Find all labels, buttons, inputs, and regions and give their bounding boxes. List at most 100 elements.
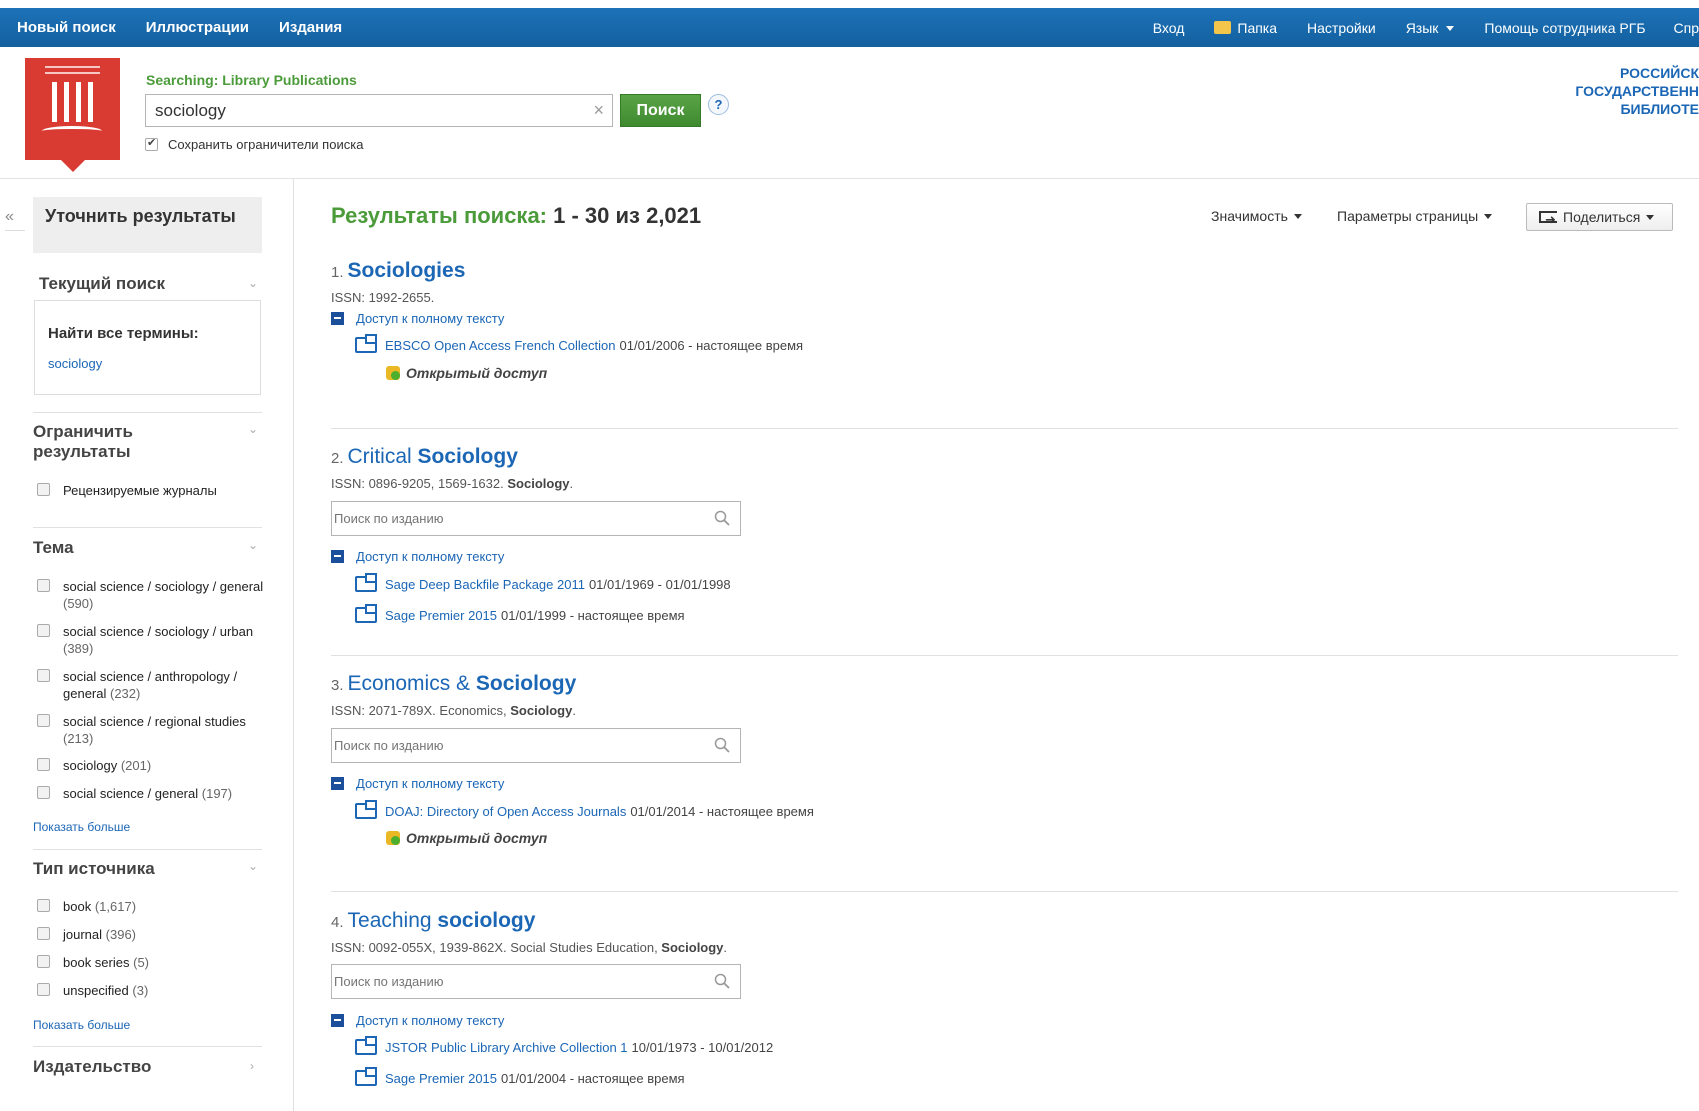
fulltext-link[interactable]: Sage Deep Backfile Package 2011 01/01/196… (355, 573, 731, 592)
publication-search-input[interactable] (334, 974, 694, 989)
external-link-icon (355, 1067, 377, 1086)
subject-filter-text: social science / anthropology / general … (63, 668, 268, 702)
checkbox[interactable] (37, 983, 50, 996)
result-title[interactable]: 4. Teaching sociology (331, 909, 535, 933)
library-name-line: РОССИЙСК (1619, 65, 1699, 81)
subjects-term: Sociology (510, 703, 573, 718)
fulltext-link[interactable]: EBSCO Open Access French Collection 01/01… (355, 334, 803, 353)
results-range: 1 - 30 из 2,021 (553, 203, 702, 228)
help-icon[interactable]: ? (708, 94, 729, 115)
subject-label: social science / general (63, 786, 199, 801)
fulltext-access-toggle[interactable]: Доступ к полному тексту (331, 776, 504, 791)
issn-text: ISSN: 0092-055X, 1939-862X. (331, 940, 507, 955)
checkbox[interactable] (37, 624, 50, 637)
sort-dropdown[interactable]: Значимость (1211, 208, 1302, 224)
fulltext-access-label: Доступ к полному тексту (356, 776, 505, 791)
chevron-down-icon[interactable]: ⌄ (248, 859, 258, 873)
publication-search-box[interactable] (331, 728, 741, 763)
collapse-icon (331, 777, 344, 790)
subject-label: social science / regional studies (63, 714, 246, 729)
fulltext-access-toggle[interactable]: Доступ к полному тексту (331, 549, 504, 564)
collapse-sidebar-icon[interactable]: « (5, 208, 14, 226)
result-title[interactable]: 2. Critical Sociology (331, 445, 518, 469)
result-title[interactable]: 1. Sociologies (331, 259, 465, 283)
collection-name: EBSCO Open Access French Collection (385, 337, 616, 353)
search-input[interactable] (155, 101, 575, 121)
checkbox[interactable] (37, 899, 50, 912)
checkbox[interactable] (37, 483, 50, 496)
subjects-text: Social Studies Education, (510, 940, 662, 955)
share-button[interactable]: Поделиться (1526, 203, 1673, 233)
sort-label: Значимость (1211, 208, 1288, 224)
nav-new-search[interactable]: Новый поиск (17, 19, 116, 36)
checkbox[interactable] (37, 927, 50, 940)
checkbox[interactable] (37, 955, 50, 968)
sidebar-divider (293, 179, 294, 1111)
chevron-down-icon[interactable]: ⌄ (248, 276, 258, 290)
source-type-show-more-link[interactable]: Показать больше (33, 1018, 130, 1032)
nav-language-label: Язык (1405, 19, 1439, 36)
divider (33, 412, 262, 413)
fulltext-link[interactable]: JSTOR Public Library Archive Collection … (355, 1036, 773, 1055)
chevron-down-icon[interactable]: ⌄ (248, 422, 258, 436)
subject-show-more-link[interactable]: Показать больше (33, 820, 130, 834)
share-label: Поделиться (1563, 209, 1641, 225)
subject-label: social science / sociology / urban (63, 624, 254, 639)
fulltext-link[interactable]: DOAJ: Directory of Open Access Journals 0… (355, 800, 814, 819)
search-icon[interactable] (714, 510, 730, 526)
library-logo[interactable] (25, 58, 120, 172)
fulltext-access-toggle[interactable]: Доступ к полному тексту (331, 311, 504, 326)
nav-help[interactable]: Спр (1674, 20, 1699, 36)
limit-results-title[interactable]: Ограничить результаты (33, 422, 223, 462)
subject-filter-text: social science / general (197) (63, 785, 268, 802)
subject-title[interactable]: Тема (33, 538, 74, 558)
page-options-dropdown[interactable]: Параметры страницы (1337, 208, 1493, 224)
collapse-icon (331, 1014, 344, 1027)
keep-filters-option[interactable]: Сохранить ограничители поиска (145, 136, 363, 152)
publisher-title[interactable]: Издательство (33, 1057, 151, 1077)
result-number: 3. (331, 677, 344, 694)
fulltext-link[interactable]: Sage Premier 2015 01/01/2004 - настоящее … (355, 1067, 685, 1086)
checkbox[interactable] (37, 758, 50, 771)
keep-filters-checkbox[interactable] (145, 136, 158, 151)
refine-results-heading: Уточнить результаты (33, 197, 262, 253)
search-box[interactable]: × (145, 94, 613, 127)
search-icon[interactable] (714, 973, 730, 989)
chevron-down-icon[interactable]: ⌄ (248, 538, 258, 552)
current-search-box: Найти все термины: sociology (34, 300, 261, 395)
logo-columns-icon (50, 82, 94, 128)
checkbox[interactable] (37, 579, 50, 592)
fulltext-access-toggle[interactable]: Доступ к полному тексту (331, 1013, 504, 1028)
chevron-right-icon[interactable]: › (250, 1059, 254, 1073)
publication-search-box[interactable] (331, 501, 741, 536)
nav-publications[interactable]: Издания (279, 19, 342, 36)
publication-search-box[interactable] (331, 964, 741, 999)
checkbox[interactable] (37, 714, 50, 727)
search-icon[interactable] (714, 737, 730, 753)
search-button[interactable]: Поиск (620, 94, 701, 127)
publication-search-input[interactable] (334, 738, 694, 753)
result-title[interactable]: 3. Economics & Sociology (331, 672, 576, 696)
subject-filter-text: sociology (201) (63, 757, 268, 774)
nav-folder-label: Папка (1237, 19, 1278, 36)
checkbox[interactable] (37, 669, 50, 682)
collapse-icon (331, 550, 344, 563)
source-type-title[interactable]: Тип источника (33, 859, 155, 879)
divider (5, 230, 25, 231)
current-search-title[interactable]: Текущий поиск (39, 274, 165, 294)
fulltext-link[interactable]: Sage Premier 2015 01/01/1999 - настоящее … (355, 604, 685, 623)
nav-staff-help[interactable]: Помощь сотрудника РГБ (1484, 20, 1645, 36)
nav-settings[interactable]: Настройки (1307, 20, 1376, 36)
nav-images[interactable]: Иллюстрации (146, 19, 249, 36)
nav-folder[interactable]: Папка (1214, 20, 1277, 36)
clear-icon[interactable]: × (593, 100, 604, 121)
publication-search-input[interactable] (334, 511, 694, 526)
nav-language[interactable]: Язык (1406, 20, 1455, 36)
current-search-term[interactable]: sociology (48, 356, 102, 371)
result-title-pre: Teaching (347, 909, 438, 932)
filter-label: Рецензируемые журналы (63, 483, 217, 498)
checkbox[interactable] (37, 786, 50, 799)
issn-text: ISSN: 0896-9205, 1569-1632. (331, 476, 504, 491)
nav-sign-in[interactable]: Вход (1153, 20, 1185, 36)
result-divider (331, 428, 1678, 429)
